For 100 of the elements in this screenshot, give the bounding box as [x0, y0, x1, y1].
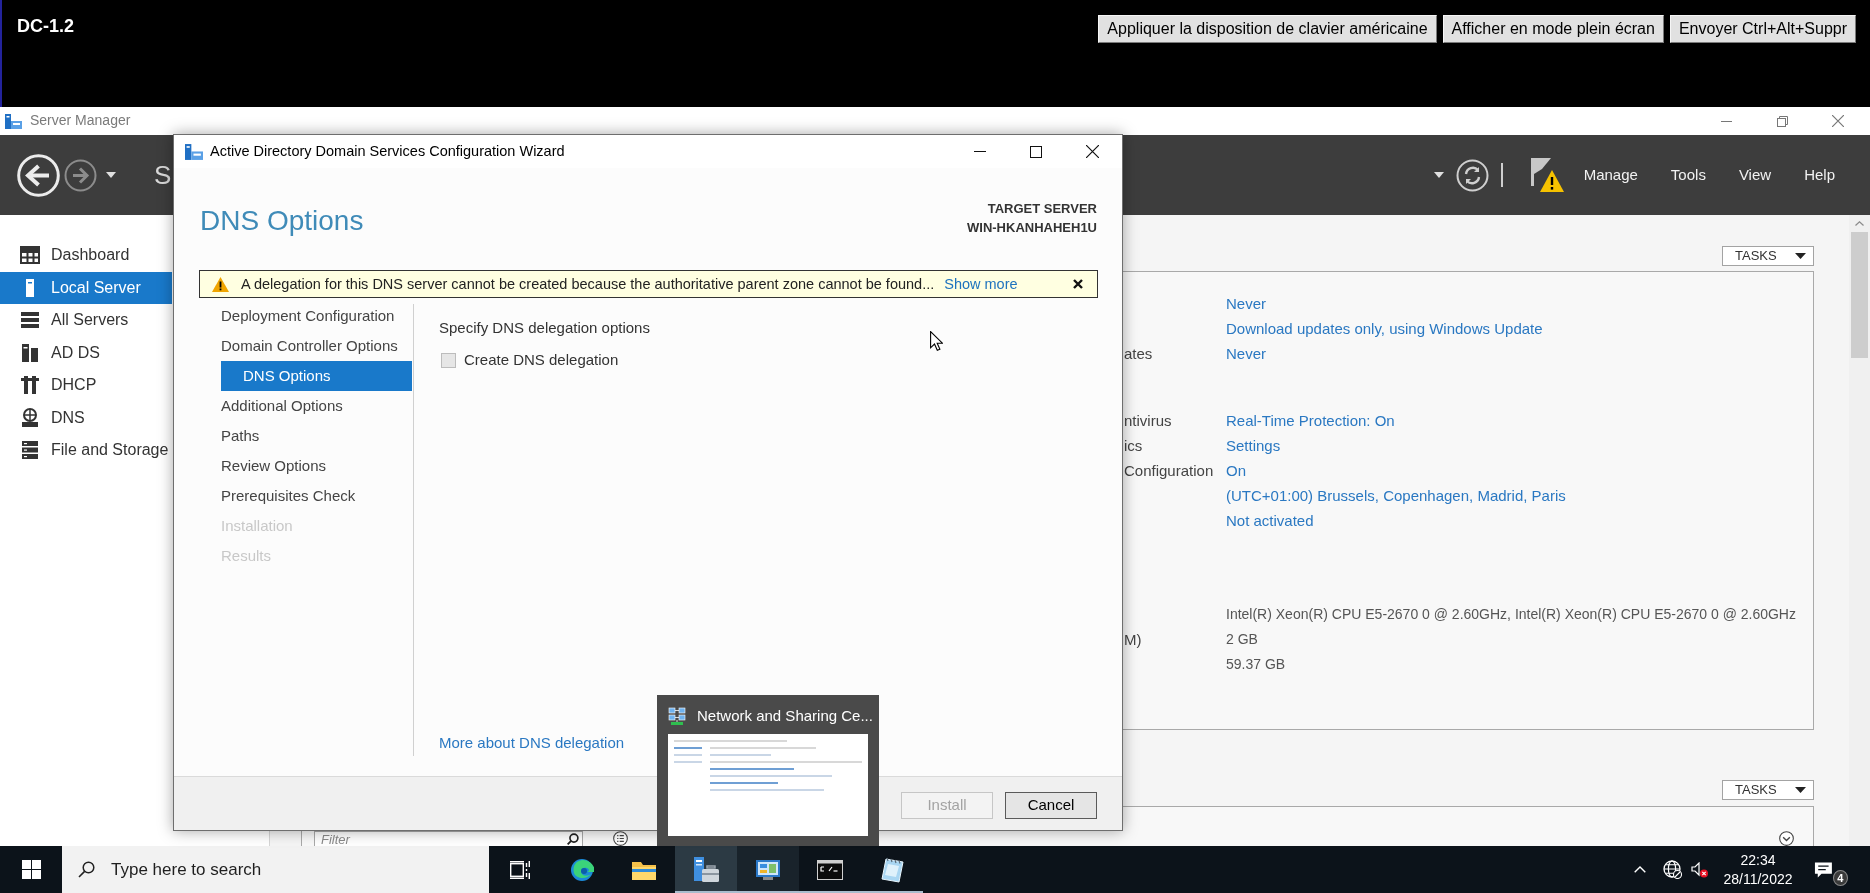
notepad-icon: [880, 856, 904, 883]
sidebar-item[interactable]: Dashboard: [0, 239, 172, 272]
taskbar-button[interactable]: [737, 846, 799, 893]
property-link[interactable]: Settings: [1226, 436, 1281, 456]
server-icon: [5, 113, 22, 129]
scroll-up-icon[interactable]: [1855, 221, 1864, 226]
caret-icon: [1795, 253, 1806, 259]
wizard-button[interactable]: Cancel: [1005, 792, 1097, 819]
property-link[interactable]: Real-Time Protection: On: [1226, 411, 1395, 431]
search-icon: [567, 833, 579, 845]
section-title: Specify DNS delegation options: [439, 318, 651, 338]
taskbar-button[interactable]: [675, 846, 737, 893]
wizard-step[interactable]: Domain Controller Options: [221, 331, 412, 361]
toolbar-button[interactable]: Afficher en mode plein écran: [1442, 15, 1664, 43]
caret-icon[interactable]: [106, 172, 116, 178]
property-link[interactable]: Never: [1226, 345, 1266, 364]
sidebar-item[interactable]: Local Server: [0, 271, 172, 304]
clock-date[interactable]: 28/11/2022: [1716, 869, 1800, 889]
task-view-icon[interactable]: [510, 860, 530, 879]
property-label: ics: [1124, 436, 1143, 454]
network-icon: [668, 707, 686, 726]
filter-field[interactable]: Filter: [314, 831, 583, 846]
caret-icon[interactable]: [1433, 172, 1444, 178]
window-title: Server Manager: [30, 112, 131, 130]
property-value: Intel(R) Xeon(R) CPU E5-2670 0 @ 2.60GHz, Intel(R) Xeon(R) CPU E5-2670 0 @ 2.60GHz: [1226, 606, 1796, 624]
close-icon[interactable]: [1073, 279, 1083, 289]
checkbox[interactable]: [441, 352, 456, 368]
property-link[interactable]: Not activated: [1226, 511, 1314, 531]
property-link[interactable]: Never: [1226, 295, 1266, 314]
scrollbar-thumb[interactable]: [1851, 232, 1868, 358]
window-title: Active Directory Domain Services Configuration Wizard: [210, 142, 565, 161]
globe-icon[interactable]: [1662, 860, 1682, 879]
checkbox-label[interactable]: Create DNS delegation: [464, 350, 619, 370]
server-toolbox-icon: [692, 856, 720, 883]
property-link[interactable]: (UTC+01:00) Brussels, Copenhagen, Madrid, Paris: [1226, 486, 1566, 506]
wizard-step[interactable]: Additional Options: [221, 391, 412, 421]
browser-icon: [570, 857, 594, 882]
menu-item[interactable]: View: [1738, 165, 1772, 185]
start-icon[interactable]: [21, 860, 41, 879]
target-server-name: WIN-HKANHAHEH1U: [967, 219, 1097, 237]
server-icon: [185, 143, 203, 160]
menu-item[interactable]: Tools: [1670, 165, 1706, 185]
warning-message: A delegation for this DNS server cannot be created because the authoritative parent zone cannot be found...: [241, 274, 935, 294]
notification-count: 4: [1832, 870, 1848, 886]
window-preview-drawing[interactable]: [668, 733, 868, 836]
terminal-icon: [817, 859, 843, 880]
search-icon: [78, 861, 95, 878]
forward-icon[interactable]: [64, 158, 97, 192]
flag-warning-icon[interactable]: [1528, 157, 1565, 193]
wizard-step[interactable]: Prerequisites Check: [221, 481, 412, 511]
sidebar-item[interactable]: All Servers: [0, 304, 172, 337]
sidebar-item[interactable]: DNS: [0, 401, 172, 434]
caret-icon: [1795, 787, 1806, 793]
list-options-icon[interactable]: [613, 831, 628, 846]
menu-item[interactable]: Manage: [1583, 165, 1638, 185]
sidebar-item[interactable]: File and Storage: [0, 434, 172, 467]
mouse-pointer-icon: [930, 331, 943, 351]
property-label: M): [1124, 630, 1142, 648]
property-link[interactable]: Download updates only, using Windows Update: [1226, 320, 1543, 339]
page-title: S: [154, 159, 172, 192]
tasks-button[interactable]: TASKS: [1722, 780, 1814, 800]
wizard-step[interactable]: Review Options: [221, 451, 412, 481]
notification-icon[interactable]: [1814, 861, 1833, 879]
toolbar-button[interactable]: Envoyer Ctrl+Alt+Suppr: [1669, 15, 1856, 43]
sidebar-item[interactable]: AD DS: [0, 336, 172, 369]
session-title: DC-1.2: [17, 15, 74, 37]
property-label: ates: [1124, 345, 1153, 363]
preview-title: Network and Sharing Ce...: [697, 707, 873, 726]
search-field[interactable]: Type here to search: [62, 846, 489, 893]
grid-icon: [20, 245, 40, 266]
maximize-icon[interactable]: [1030, 145, 1042, 158]
server-stack-icon: [20, 310, 40, 331]
back-icon[interactable]: [17, 153, 60, 197]
sidebar-item[interactable]: DHCP: [0, 369, 172, 402]
server-pair-icon: [20, 342, 40, 363]
property-label: ntivirus: [1124, 411, 1172, 429]
warning-icon: [212, 276, 229, 292]
storage-icon: [20, 440, 40, 461]
chevron-up-icon[interactable]: [1634, 866, 1646, 873]
control-panel-icon: [755, 858, 781, 881]
wizard-step[interactable]: Paths: [221, 421, 412, 451]
wizard-step[interactable]: Deployment Configuration: [221, 301, 412, 331]
collapse-icon[interactable]: [1779, 831, 1794, 846]
speaker-muted-icon[interactable]: [1690, 861, 1708, 878]
refresh-icon[interactable]: [1455, 158, 1489, 192]
property-link[interactable]: On: [1226, 461, 1246, 481]
globe-server-icon: [20, 407, 40, 428]
minimize-icon[interactable]: [1720, 120, 1732, 122]
restore-icon[interactable]: [1776, 115, 1788, 127]
target-server-label: TARGET SERVER: [986, 200, 1097, 218]
show-more-link[interactable]: Show more: [944, 274, 1018, 294]
menu-item[interactable]: Help: [1804, 165, 1835, 185]
clock-time[interactable]: 22:34: [1716, 850, 1800, 870]
toolbar-button[interactable]: Appliquer la disposition de clavier américaine: [1098, 15, 1437, 43]
help-link[interactable]: More about DNS delegation: [439, 733, 625, 753]
tasks-button[interactable]: TASKS: [1722, 246, 1814, 266]
wizard-step[interactable]: DNS Options: [221, 361, 412, 391]
property-value: 2 GB: [1226, 631, 1258, 649]
property-value: 59.37 GB: [1226, 656, 1286, 674]
close-icon[interactable]: [1085, 145, 1099, 158]
